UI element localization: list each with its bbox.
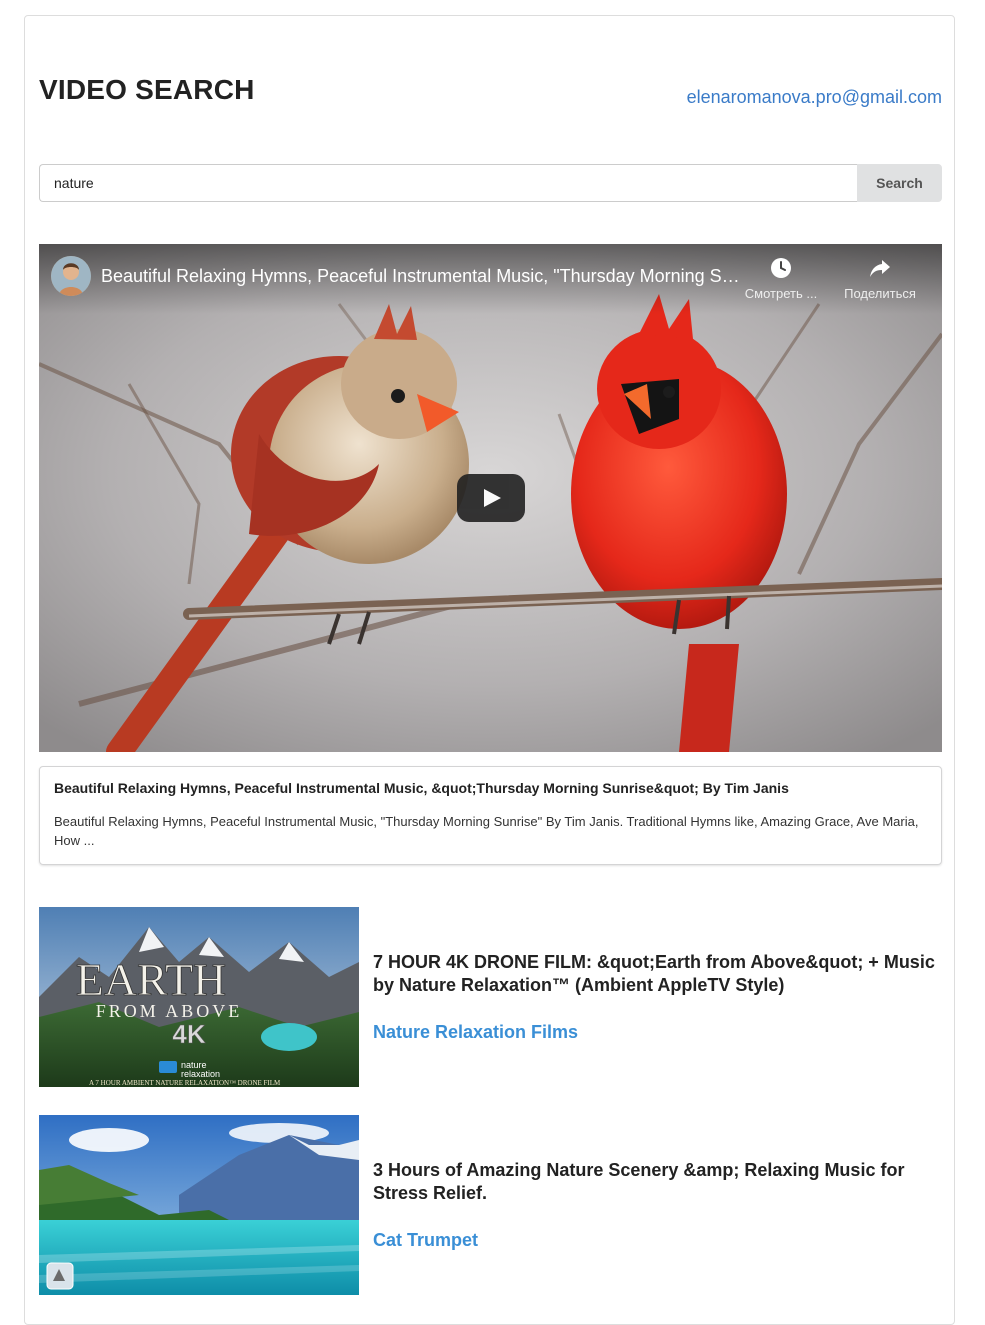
result-channel[interactable]: Nature Relaxation Films <box>373 1022 578 1043</box>
player-title[interactable]: Beautiful Relaxing Hymns, Peaceful Instr… <box>101 266 741 287</box>
selected-video-description: Beautiful Relaxing Hymns, Peaceful Instr… <box>54 814 919 848</box>
result-channel[interactable]: Cat Trumpet <box>373 1230 478 1251</box>
thumb-badge: 4K <box>172 1019 205 1049</box>
result-item[interactable]: 3 Hours of Amazing Nature Scenery &amp; … <box>39 1115 942 1295</box>
user-email-link[interactable]: elenaromanova.pro@gmail.com <box>687 87 942 108</box>
search-button[interactable]: Search <box>857 164 942 202</box>
search-bar: Search <box>39 164 942 202</box>
result-item[interactable]: EARTH FROM ABOVE 4K nature relaxation A … <box>39 907 942 1087</box>
page-title: VIDEO SEARCH <box>39 74 255 105</box>
share-icon <box>870 260 890 277</box>
result-thumbnail[interactable]: EARTH FROM ABOVE 4K nature relaxation A … <box>39 907 359 1087</box>
share-button[interactable]: Поделиться <box>838 256 922 301</box>
play-icon <box>484 489 501 507</box>
selected-video-info: Beautiful Relaxing Hymns, Peaceful Instr… <box>39 766 942 865</box>
result-title[interactable]: 3 Hours of Amazing Nature Scenery &amp; … <box>373 1159 938 1205</box>
thumb-footer: A 7 HOUR AMBIENT NATURE RELAXATION™ DRON… <box>89 1079 281 1087</box>
play-button[interactable] <box>457 474 525 522</box>
thumb-title-line2: FROM ABOVE <box>96 1001 243 1021</box>
result-title[interactable]: 7 HOUR 4K DRONE FILM: &quot;Earth from A… <box>373 951 938 997</box>
thumb-title-line1: EARTH <box>76 954 227 1005</box>
watch-later-label: Смотреть ... <box>744 286 818 301</box>
clock-icon <box>771 258 791 278</box>
share-label: Поделиться <box>844 286 916 301</box>
watch-later-button[interactable]: Смотреть ... <box>739 256 823 301</box>
header: VIDEO SEARCH elenaromanova.pro@gmail.com <box>39 60 942 120</box>
selected-video-title: Beautiful Relaxing Hymns, Peaceful Instr… <box>54 780 789 796</box>
search-input[interactable] <box>39 164 857 202</box>
channel-avatar[interactable] <box>51 256 91 296</box>
brand-logo-icon <box>159 1061 177 1073</box>
player-header: Beautiful Relaxing Hymns, Peaceful Instr… <box>39 244 942 314</box>
result-thumbnail[interactable] <box>39 1115 359 1295</box>
thumb-brand-bottom: relaxation <box>181 1069 220 1079</box>
video-player[interactable]: Beautiful Relaxing Hymns, Peaceful Instr… <box>39 244 942 752</box>
